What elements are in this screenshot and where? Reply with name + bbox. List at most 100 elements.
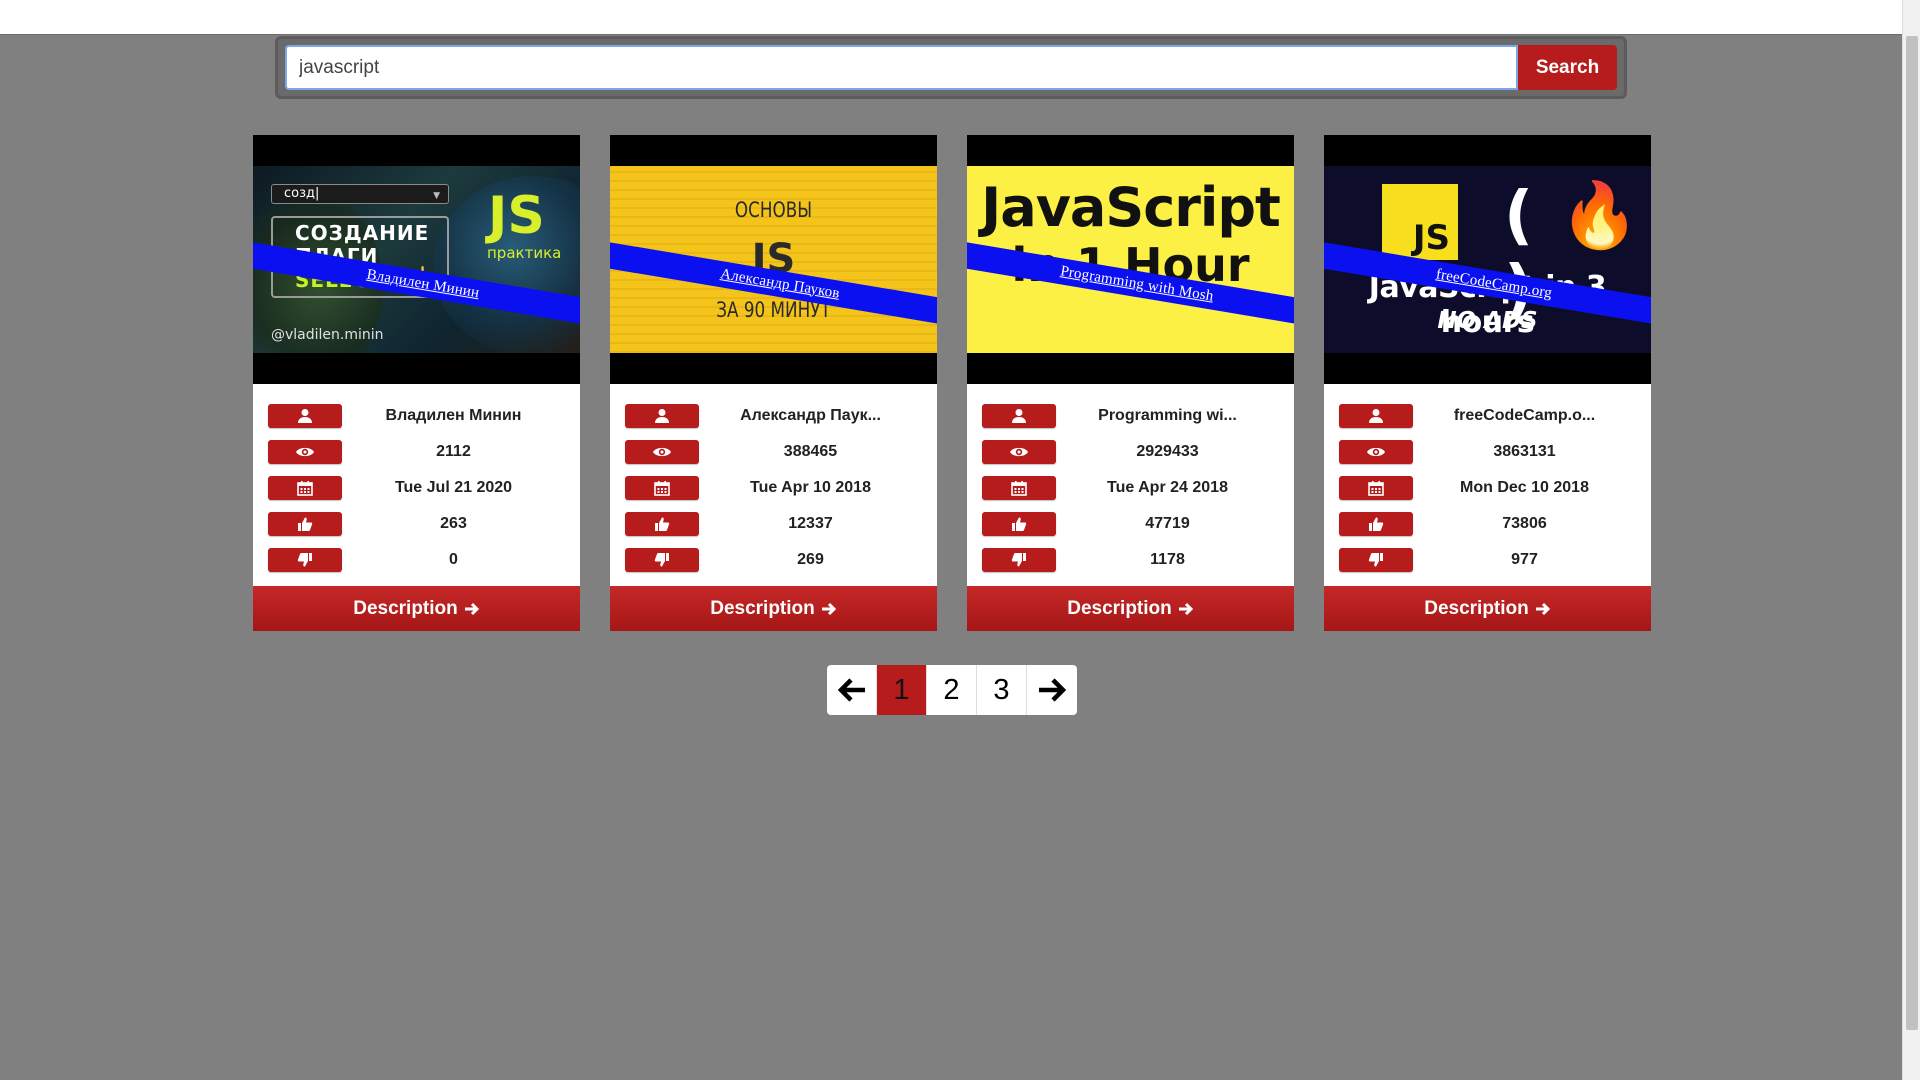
- scrollbar-thumb[interactable]: [1906, 36, 1918, 1030]
- calendar-icon: [268, 476, 342, 500]
- arrow-left-icon: [837, 678, 865, 702]
- thumbnail-text: JS: [1412, 218, 1450, 258]
- video-stats: Александр Паук... 388465 Tue Apr 10 2018…: [610, 384, 937, 586]
- stat-date: Tue Jul 21 2020: [268, 470, 565, 506]
- thumbnail-text: созд|: [284, 186, 320, 201]
- eye-icon: [1339, 440, 1413, 464]
- stat-likes: 263: [268, 506, 565, 542]
- calendar-icon: [625, 476, 699, 500]
- arrow-right-icon: [1178, 602, 1193, 615]
- next-page-button[interactable]: [1027, 665, 1077, 715]
- view-count: 2929433: [1136, 443, 1199, 460]
- description-label: Description: [353, 597, 458, 619]
- description-button[interactable]: Description: [610, 586, 937, 631]
- thumbs-up-icon: [1339, 512, 1413, 536]
- arrow-right-icon: [464, 602, 479, 615]
- publish-date: Tue Apr 10 2018: [750, 479, 871, 496]
- eye-icon: [268, 440, 342, 464]
- description-label: Description: [710, 597, 815, 619]
- eye-icon: [982, 440, 1056, 464]
- video-thumbnail[interactable]: JS ( 🔥 ) JavaScript in 3 hours NO ADS fr…: [1324, 135, 1651, 384]
- dislike-count: 977: [1511, 551, 1538, 568]
- page-button-3[interactable]: 3: [977, 665, 1027, 715]
- view-count: 3863131: [1493, 443, 1556, 460]
- arrow-right-icon: [1535, 602, 1550, 615]
- video-card: JS ( 🔥 ) JavaScript in 3 hours NO ADS fr…: [1324, 135, 1651, 631]
- video-card: созд|▼ СОЗДАНИЕ ПЛАГИ SELECT ☝ JS практи…: [253, 135, 580, 631]
- user-icon: [1339, 404, 1413, 428]
- stat-dislikes: 977: [1339, 542, 1636, 578]
- author-name: Programming wi...: [1098, 407, 1237, 424]
- stat-likes: 73806: [1339, 506, 1636, 542]
- author-name: Александр Паук...: [740, 407, 881, 424]
- video-thumbnail[interactable]: созд|▼ СОЗДАНИЕ ПЛАГИ SELECT ☝ JS практи…: [253, 135, 580, 384]
- thumbnail-text: @vladilen.minin: [271, 327, 384, 343]
- thumbnail-image: ОСНОВЫ JS ЗА 90 МИНУТ Александр Пауков: [610, 166, 937, 353]
- description-button[interactable]: Description: [967, 586, 1294, 631]
- publish-date: Tue Apr 24 2018: [1107, 479, 1228, 496]
- eye-icon: [625, 440, 699, 464]
- video-stats: freeCodeCamp.o... 3863131 Mon Dec 10 201…: [1324, 384, 1651, 586]
- stat-date: Tue Apr 10 2018: [625, 470, 922, 506]
- description-label: Description: [1424, 597, 1529, 619]
- like-count: 47719: [1145, 515, 1190, 532]
- video-thumbnail[interactable]: ОСНОВЫ JS ЗА 90 МИНУТ Александр Пауков: [610, 135, 937, 384]
- thumbs-up-icon: [982, 512, 1056, 536]
- view-count: 388465: [783, 443, 838, 460]
- thumbnail-image: JavaScript in 1 Hour Programming with Mo…: [967, 166, 1294, 353]
- video-thumbnail[interactable]: JavaScript in 1 Hour Programming with Mo…: [967, 135, 1294, 384]
- author-name: Владилен Минин: [385, 407, 522, 424]
- publish-date: Mon Dec 10 2018: [1460, 479, 1589, 496]
- author-name: freeCodeCamp.o...: [1453, 407, 1596, 424]
- stat-author: Programming wi...: [982, 398, 1279, 434]
- stat-date: Tue Apr 24 2018: [982, 470, 1279, 506]
- stat-dislikes: 269: [625, 542, 922, 578]
- stat-date: Mon Dec 10 2018: [1339, 470, 1636, 506]
- video-card: ОСНОВЫ JS ЗА 90 МИНУТ Александр Пауков А…: [610, 135, 937, 631]
- user-icon: [625, 404, 699, 428]
- stat-dislikes: 0: [268, 542, 565, 578]
- stat-views: 388465: [625, 434, 922, 470]
- thumbnail-text: ОСНОВЫ: [734, 198, 813, 222]
- calendar-icon: [982, 476, 1056, 500]
- video-stats: Programming wi... 2929433 Tue Apr 24 201…: [967, 384, 1294, 586]
- video-stats: Владилен Минин 2112 Tue Jul 21 2020 263 …: [253, 384, 580, 586]
- thumbs-down-icon: [1339, 548, 1413, 572]
- search-input[interactable]: [285, 45, 1518, 90]
- pagination: 1 2 3: [827, 665, 1077, 715]
- arrow-right-icon: [1039, 678, 1067, 702]
- user-icon: [982, 404, 1056, 428]
- like-count: 263: [440, 515, 467, 532]
- stat-views: 2929433: [982, 434, 1279, 470]
- page-button-2[interactable]: 2: [927, 665, 977, 715]
- thumbs-up-icon: [625, 512, 699, 536]
- view-count: 2112: [436, 443, 471, 460]
- stat-author: freeCodeCamp.o...: [1339, 398, 1636, 434]
- video-grid: созд|▼ СОЗДАНИЕ ПЛАГИ SELECT ☝ JS практи…: [253, 135, 1651, 631]
- page-scrollbar[interactable]: [1902, 0, 1920, 1080]
- description-button[interactable]: Description: [1324, 586, 1651, 631]
- page-button-1[interactable]: 1: [877, 665, 927, 715]
- search-bar: Search: [275, 36, 1627, 99]
- description-button[interactable]: Description: [253, 586, 580, 631]
- search-button[interactable]: Search: [1518, 45, 1617, 90]
- stat-author: Александр Паук...: [625, 398, 922, 434]
- prev-page-button[interactable]: [827, 665, 877, 715]
- video-card: JavaScript in 1 Hour Programming with Mo…: [967, 135, 1294, 631]
- browser-top-strip: [0, 0, 1902, 35]
- thumbnail-text: JavaScript: [981, 176, 1281, 239]
- thumbnail-text: практика: [487, 244, 562, 262]
- dislike-count: 269: [797, 551, 824, 568]
- thumbnail-text: JS: [488, 186, 545, 246]
- dislike-count: 1178: [1150, 551, 1185, 568]
- calendar-icon: [1339, 476, 1413, 500]
- stat-views: 2112: [268, 434, 565, 470]
- thumbs-down-icon: [982, 548, 1056, 572]
- stat-likes: 47719: [982, 506, 1279, 542]
- thumbs-down-icon: [625, 548, 699, 572]
- dislike-count: 0: [449, 551, 458, 568]
- thumbnail-image: JS ( 🔥 ) JavaScript in 3 hours NO ADS fr…: [1324, 166, 1651, 353]
- publish-date: Tue Jul 21 2020: [394, 479, 513, 496]
- js-logo: JS: [1382, 184, 1458, 260]
- thumbnail-text: СОЗДАНИЕ: [295, 221, 430, 245]
